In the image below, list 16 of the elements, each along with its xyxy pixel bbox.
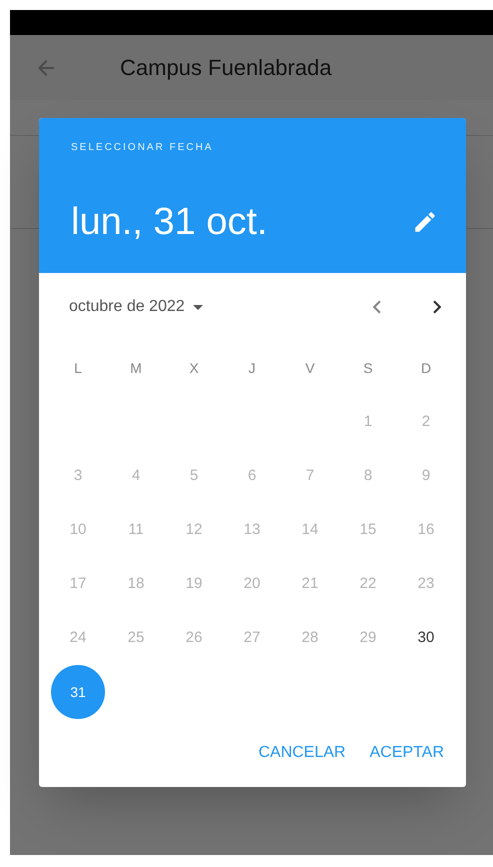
weekday-label: D bbox=[420, 358, 432, 378]
dialog-action[interactable]: CANCELAR bbox=[250, 735, 354, 771]
weekday-label: J bbox=[248, 358, 256, 378]
weekday-label: M bbox=[130, 358, 142, 378]
weekday-label: L bbox=[74, 358, 82, 378]
header-label: SELECCIONAR FECHA bbox=[71, 141, 214, 155]
weekday-label: S bbox=[363, 358, 373, 378]
dialog-action[interactable]: ACEPTAR bbox=[362, 735, 452, 771]
dropdown-icon bbox=[192, 304, 203, 310]
month-selector[interactable]: octubre de 2022 bbox=[69, 295, 203, 319]
app-bar-title: Campus Fuenlabrada bbox=[120, 54, 332, 82]
weekday-label: X bbox=[189, 358, 199, 378]
weekday-label: V bbox=[305, 358, 315, 378]
calendar-day[interactable]: 31 bbox=[51, 665, 105, 719]
selected-date: lun., 31 oct. bbox=[71, 203, 268, 241]
calendar-day[interactable]: 30 bbox=[399, 611, 453, 665]
